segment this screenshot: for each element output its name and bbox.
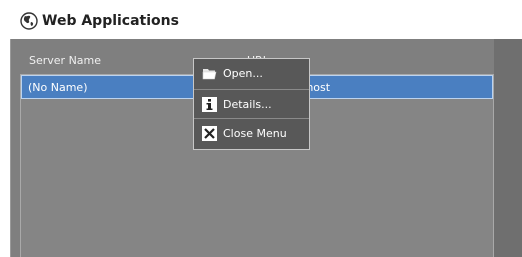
scrollbar-area[interactable] bbox=[494, 39, 522, 257]
menu-item-close-menu[interactable]: Close Menu bbox=[194, 119, 309, 149]
context-menu: Open... Details... Close Menu bbox=[193, 58, 310, 150]
menu-item-label: Open... bbox=[223, 67, 263, 80]
globe-icon bbox=[20, 12, 38, 30]
title-bar: Web Applications bbox=[0, 0, 522, 39]
menu-item-details[interactable]: Details... bbox=[194, 89, 309, 119]
window-title: Web Applications bbox=[42, 13, 179, 29]
close-icon bbox=[202, 126, 217, 141]
info-icon bbox=[202, 97, 217, 112]
folder-open-icon bbox=[202, 69, 217, 80]
column-header-server-name[interactable]: Server Name bbox=[29, 54, 101, 67]
menu-item-open[interactable]: Open... bbox=[194, 59, 309, 89]
server-name-cell: (No Name) bbox=[28, 81, 88, 94]
menu-item-label: Details... bbox=[223, 98, 272, 111]
menu-item-label: Close Menu bbox=[223, 127, 287, 140]
